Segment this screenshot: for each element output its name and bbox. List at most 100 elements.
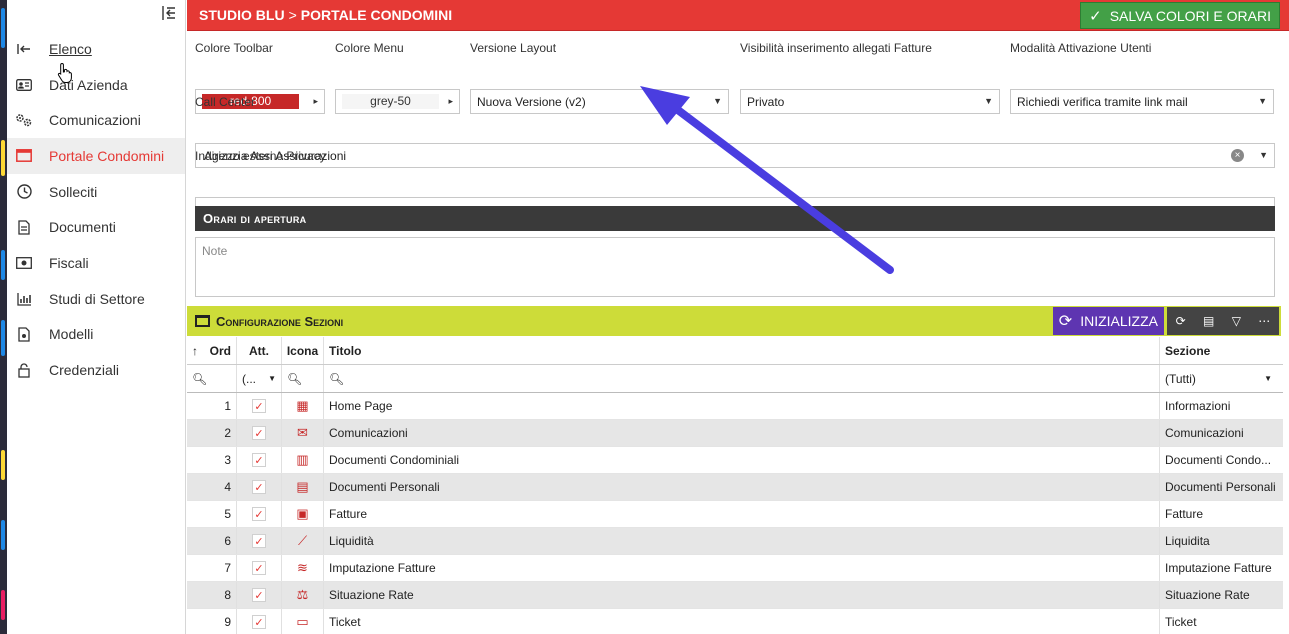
table-row[interactable]: 1 ✓ ▦ Home Page Informazioni (187, 393, 1283, 420)
cell-att: ✓ (237, 447, 282, 473)
cell-sezione: Imputazione Fatture (1165, 561, 1272, 575)
columns-icon[interactable]: ▤ (1203, 314, 1214, 328)
sidebar-item-comunicazioni[interactable]: Comunicazioni (7, 102, 185, 138)
checkbox-checked[interactable]: ✓ (252, 480, 266, 494)
page-title: PORTALE CONDOMINI (300, 7, 453, 23)
checkbox-checked[interactable]: ✓ (252, 399, 266, 413)
sidebar-item-dati-azienda[interactable]: Dati Azienda (7, 67, 185, 103)
checkbox-checked[interactable]: ✓ (252, 453, 266, 467)
cell-icona: ⚖ (282, 582, 324, 608)
table-row[interactable]: 9 ✓ ▭ Ticket Ticket (187, 609, 1283, 634)
cell-sezione: Comunicazioni (1165, 426, 1244, 440)
sidebar-item-solleciti[interactable]: Solleciti (7, 174, 185, 210)
inizializza-button[interactable]: ⟳ INIZIALIZZA (1052, 307, 1164, 335)
sidebar-item-elenco[interactable]: Elenco (7, 31, 185, 67)
filter-sezione-value: (Tutti) (1165, 371, 1196, 386)
table-row[interactable]: 3 ✓ ▥ Documenti Condominiali Documenti Condo… (187, 447, 1283, 474)
versione-layout-value: Nuova Versione (v2) (477, 94, 586, 109)
checkbox-checked[interactable]: ✓ (252, 588, 266, 602)
cell-sezione: Situazione Rate (1165, 588, 1250, 602)
cell-att: ✓ (237, 609, 282, 634)
sidebar-item-label: Elenco (49, 40, 92, 57)
more-icon[interactable]: ⋯ (1258, 314, 1270, 328)
grid-toolbar: ⟳ ▤ ▽ ⋯ (1167, 307, 1279, 335)
table-row[interactable]: 5 ✓ ▣ Fatture Fatture (187, 501, 1283, 528)
clear-icon[interactable]: × (1231, 149, 1244, 162)
cell-icona: ▤ (282, 474, 324, 500)
cell-icona: ▣ (282, 501, 324, 527)
column-header-att[interactable]: Att. (237, 337, 282, 364)
cell-ord: 2 (187, 420, 237, 446)
sidebar: Elenco Dati Azienda Comunicazioni Portal… (7, 0, 186, 634)
breadcrumb-separator: > (288, 7, 297, 23)
table-row[interactable]: 7 ✓ ≋ Imputazione Fatture Imputazione Fattur… (187, 555, 1283, 582)
filter-ord[interactable]: 🔍︎ (187, 365, 237, 392)
sidebar-item-fiscali[interactable]: Fiscali (7, 245, 185, 281)
filter-sezione[interactable]: (Tutti) ▼ (1160, 365, 1277, 392)
orari-section-header: Orari di apertura (195, 206, 1275, 231)
sidebar-item-portale-condomini[interactable]: Portale Condomini (7, 138, 185, 174)
save-colors-button[interactable]: ✓ SALVA COLORI E ORARI (1080, 2, 1280, 29)
sidebar-item-credenziali[interactable]: Credenziali (7, 352, 185, 388)
sidebar-item-modelli[interactable]: Modelli (7, 317, 185, 353)
filter-titolo[interactable]: 🔍︎ (324, 365, 1160, 392)
checkbox-checked[interactable]: ✓ (252, 561, 266, 575)
cell-titolo: Liquidità (324, 528, 1160, 554)
colore-menu-picker[interactable]: grey-50 ▸ (335, 89, 460, 114)
chevron-right-icon: ▸ (448, 96, 453, 106)
table-row[interactable]: 8 ✓ ⚖ Situazione Rate Situazione Rate (187, 582, 1283, 609)
filter-icona[interactable]: 🔍︎ (282, 365, 324, 392)
mouse-hand-cursor-icon (57, 62, 72, 83)
column-header-sezione[interactable]: Sezione (1160, 337, 1277, 364)
colore-toolbar-label: Colore Toolbar (195, 41, 273, 55)
dropdown-arrow-icon: ▼ (713, 96, 722, 106)
note-placeholder: Note (202, 244, 228, 258)
refresh-icon[interactable]: ⟳ (1176, 314, 1186, 328)
breadcrumb-studio[interactable]: STUDIO BLU (199, 7, 285, 23)
filter-att[interactable]: (... ▼ (237, 365, 282, 392)
sidebar-item-label: Solleciti (49, 183, 98, 200)
line-chart-icon: ⟋ (297, 533, 308, 548)
cell-titolo: Situazione Rate (324, 582, 1160, 608)
table-row[interactable]: 6 ✓ ⟋ Liquidità Liquidita (187, 528, 1283, 555)
column-ord-label: Ord (209, 343, 231, 358)
cell-ord: 1 (187, 393, 237, 419)
sidebar-item-label: Documenti (49, 219, 116, 236)
call-center-select[interactable]: Agenzia Assi Assicurazioni × ▼ (195, 143, 1275, 168)
filter-icon[interactable]: ▽ (1232, 314, 1241, 328)
column-header-ord[interactable]: ↑ Ord (187, 337, 237, 364)
visibilita-value: Privato (747, 94, 785, 109)
checkbox-checked[interactable]: ✓ (252, 534, 266, 548)
column-header-icona[interactable]: Icona (282, 337, 324, 364)
cell-ord: 6 (187, 528, 237, 554)
sidebar-item-documenti[interactable]: Documenti (7, 209, 185, 245)
versione-layout-select[interactable]: Nuova Versione (v2) ▼ (470, 89, 729, 114)
sidebar-header (7, 0, 185, 31)
config-section-title: Configurazione Sezioni (216, 313, 344, 329)
dropdown-arrow-icon: ▼ (984, 96, 993, 106)
table-row[interactable]: 2 ✓ ✉ Comunicazioni Comunicazioni (187, 420, 1283, 447)
cell-icona: ≋ (282, 555, 324, 581)
column-header-titolo[interactable]: Titolo (324, 337, 1160, 364)
cell-icona: ▥ (282, 447, 324, 473)
checkbox-checked[interactable]: ✓ (252, 615, 266, 629)
envelope-open-icon: ✉ (297, 425, 308, 440)
collapse-left-icon[interactable] (159, 5, 179, 25)
modalita-select[interactable]: Richiedi verifica tramite link mail ▼ (1010, 89, 1274, 114)
cell-icona: ✉ (282, 420, 324, 446)
checkbox-checked[interactable]: ✓ (252, 426, 266, 440)
scale-icon: ⚖ (296, 587, 309, 602)
sort-asc-icon: ↑ (192, 343, 198, 358)
lock-icon (15, 362, 33, 378)
money-icon (15, 255, 33, 271)
sidebar-item-studi-di-settore[interactable]: Studi di Settore (7, 281, 185, 317)
visibilita-select[interactable]: Privato ▼ (740, 89, 1000, 114)
cell-icona: ⟋ (282, 528, 324, 554)
table-row[interactable]: 4 ✓ ▤ Documenti Personali Documenti Personal… (187, 474, 1283, 501)
note-textarea[interactable]: Note (195, 237, 1275, 297)
gears-icon (15, 112, 33, 128)
checkbox-checked[interactable]: ✓ (252, 507, 266, 521)
cell-ord: 7 (187, 555, 237, 581)
cell-titolo: Comunicazioni (324, 420, 1160, 446)
cell-ord: 5 (187, 501, 237, 527)
